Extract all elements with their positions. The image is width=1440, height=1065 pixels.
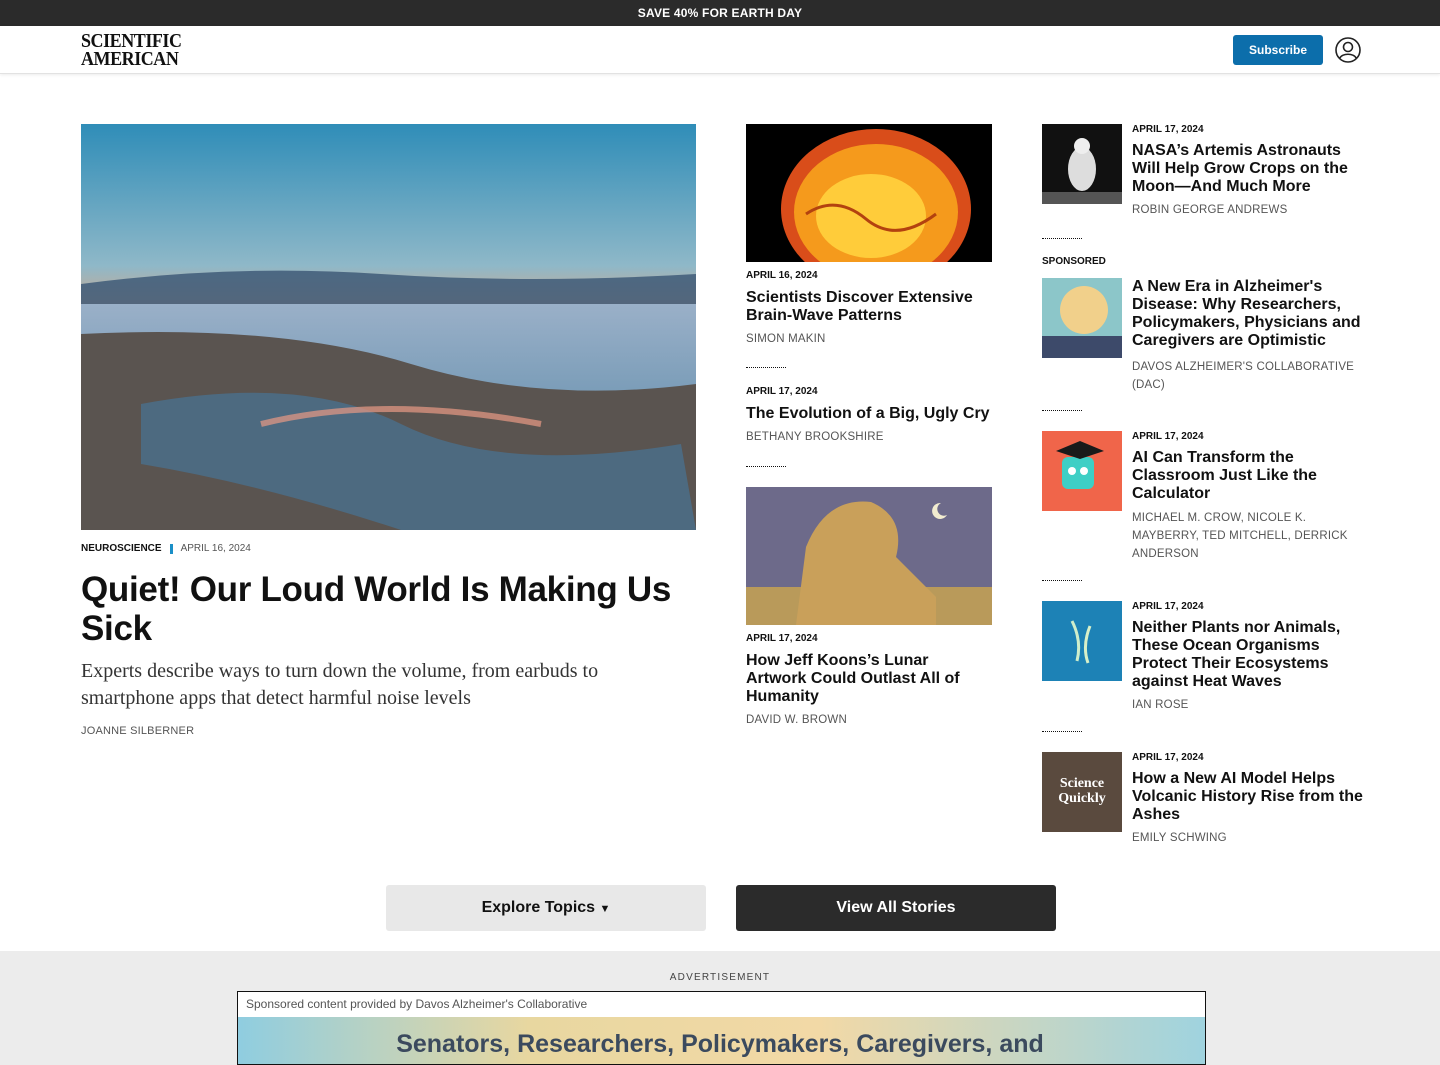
story-date: APRIL 17, 2024 (1132, 601, 1204, 612)
divider (1042, 238, 1082, 239)
story-date: APRIL 17, 2024 (1132, 124, 1204, 135)
ad-headline[interactable]: Senators, Researchers, Policymakers, Car… (0, 1030, 1440, 1059)
ad-sponsor-text: Sponsored content provided by Davos Alzh… (246, 997, 588, 1011)
hero-date: APRIL 16, 2024 (180, 543, 251, 554)
story-date: APRIL 17, 2024 (1132, 431, 1204, 442)
story-author[interactable]: ROBIN GEORGE ANDREWS (1132, 204, 1364, 216)
story-date: APRIL 17, 2024 (746, 633, 818, 644)
story-card[interactable]: APRIL 16, 2024 Scientists Discover Exten… (746, 124, 992, 345)
story-title[interactable]: How Jeff Koons’s Lunar Artwork Could Out… (746, 652, 992, 706)
story-date: APRIL 16, 2024 (746, 270, 818, 281)
site-logo[interactable]: SCIENTIFIC AMERICAN (81, 31, 182, 69)
sponsored-card[interactable]: SPONSORED (1042, 256, 1106, 267)
science-quickly-podcast-image[interactable]: Science Quickly (1042, 752, 1122, 832)
hero-title[interactable]: Quiet! Our Loud World Is Making Us Sick (81, 570, 701, 648)
alzheimer-illustration[interactable] (1042, 278, 1122, 358)
hero-meta: NEUROSCIENCE APRIL 16, 2024 (81, 543, 251, 554)
divider (746, 367, 786, 368)
explore-topics-button[interactable]: Explore Topics ▼ (386, 885, 706, 931)
view-all-stories-button[interactable]: View All Stories (736, 885, 1056, 931)
story-card[interactable]: APRIL 17, 2024 How Jeff Koons’s Lunar Ar… (746, 487, 992, 726)
robot-graduate-image[interactable] (1042, 431, 1122, 511)
story-date: APRIL 17, 2024 (1132, 752, 1204, 763)
sphinx-image[interactable] (746, 487, 992, 625)
story-author[interactable]: DAVID W. BROWN (746, 714, 992, 726)
user-circle-icon[interactable] (1335, 37, 1361, 63)
brain-scan-image[interactable] (746, 124, 992, 262)
story-date: APRIL 17, 2024 (746, 386, 818, 397)
story-title[interactable]: How a New AI Model Helps Volcanic Histor… (1132, 770, 1364, 824)
hero-author[interactable]: JOANNE SILBERNER (81, 725, 194, 737)
divider (746, 466, 786, 467)
podcast-logo-text: Science Quickly (1058, 776, 1106, 806)
category-divider (169, 543, 173, 554)
story-title[interactable]: AI Can Transform the Classroom Just Like… (1132, 449, 1364, 503)
story-card[interactable]: APRIL 17, 2024 The Evolution of a Big, U… (746, 386, 992, 443)
story-author[interactable]: IAN ROSE (1132, 699, 1364, 711)
astronaut-image[interactable] (1042, 124, 1122, 204)
divider (1042, 580, 1082, 581)
category-label[interactable]: NEUROSCIENCE (81, 543, 162, 554)
story-author[interactable]: SIMON MAKIN (746, 333, 992, 345)
story-title[interactable]: A New Era in Alzheimer's Disease: Why Re… (1132, 278, 1364, 350)
divider (1042, 731, 1082, 732)
story-author[interactable]: EMILY SCHWING (1132, 832, 1364, 844)
story-title[interactable]: NASA’s Artemis Astronauts Will Help Grow… (1132, 142, 1364, 196)
hero-dek: Experts describe ways to turn down the v… (81, 660, 599, 709)
sponsored-label: SPONSORED (1042, 256, 1106, 267)
site-header: SCIENTIFIC AMERICAN Subscribe (0, 26, 1440, 74)
ocean-organism-image[interactable] (1042, 601, 1122, 681)
story-author[interactable]: MICHAEL M. CROW, NICOLE K. MAYBERRY, TED… (1132, 509, 1364, 563)
story-title[interactable]: The Evolution of a Big, Ugly Cry (746, 405, 992, 423)
ad-label: ADVERTISEMENT (669, 972, 771, 983)
story-author[interactable]: DAVOS ALZHEIMER'S COLLABORATIVE (DAC) (1132, 358, 1364, 394)
divider (1042, 410, 1082, 411)
promo-banner[interactable]: SAVE 40% FOR EARTH DAY (0, 0, 1440, 26)
chevron-down-icon: ▼ (599, 903, 611, 915)
subscribe-button[interactable]: Subscribe (1233, 35, 1323, 65)
story-author[interactable]: BETHANY BROOKSHIRE (746, 431, 992, 443)
hero-image[interactable] (81, 124, 696, 530)
story-title[interactable]: Scientists Discover Extensive Brain-Wave… (746, 289, 992, 325)
story-title[interactable]: Neither Plants nor Animals, These Ocean … (1132, 619, 1364, 691)
